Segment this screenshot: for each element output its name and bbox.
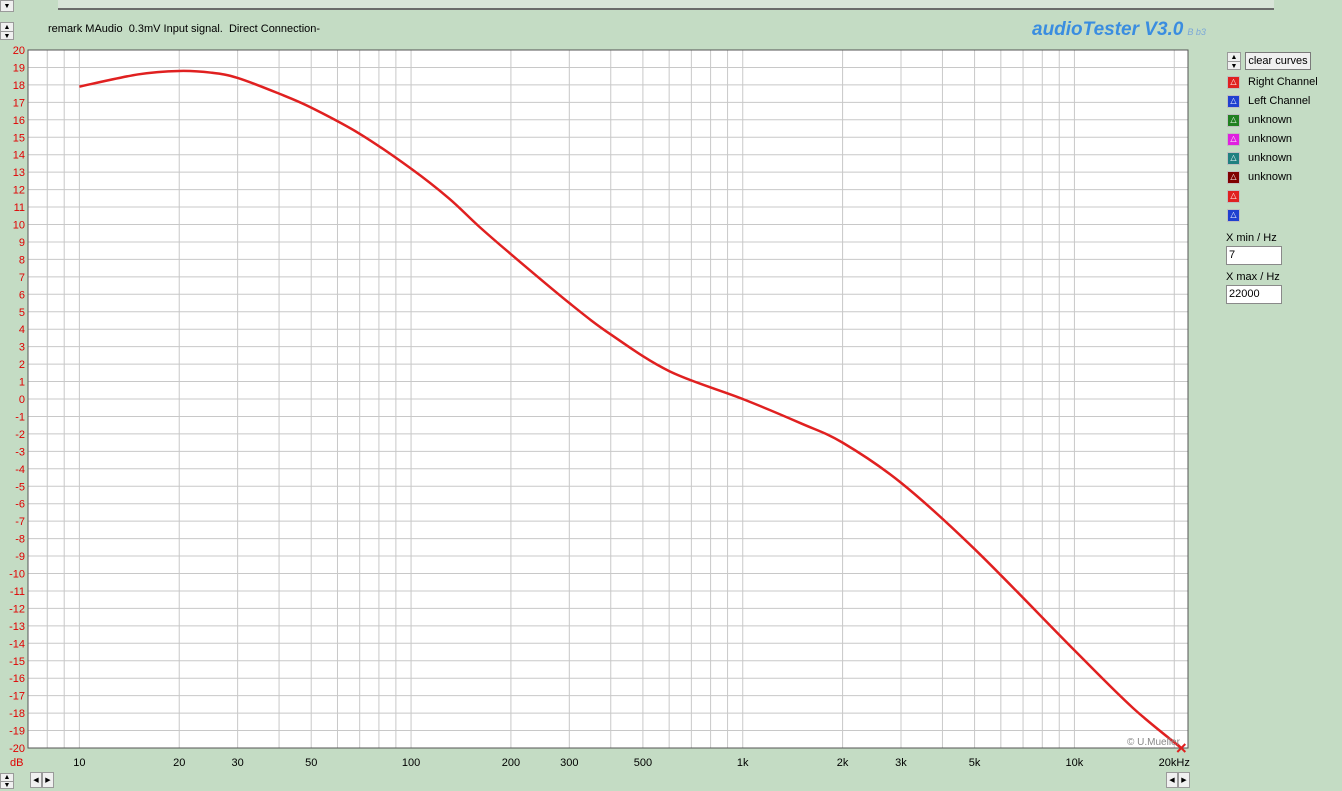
scroll-right-button[interactable]: ▶ (42, 772, 54, 788)
y-tick-label: -5 (15, 481, 25, 493)
triangle-icon[interactable]: △ (1227, 151, 1240, 165)
clear-curves-button[interactable]: clear curves (1245, 52, 1311, 70)
x-tick-label: 1k (737, 757, 749, 769)
legend-item[interactable]: △ Left Channel (1227, 93, 1310, 109)
legend-label: Left Channel (1248, 95, 1311, 107)
y-tick-label: -8 (15, 534, 25, 546)
chevron-down-icon: ▼ (1228, 61, 1240, 70)
legend-label: unknown (1248, 133, 1293, 145)
x-tick-label: 2k (837, 757, 849, 769)
triangle-icon[interactable]: △ (1227, 113, 1240, 127)
y-tick-label: 19 (13, 62, 25, 74)
x-tick-label: 300 (560, 757, 578, 769)
y-tick-label: -11 (10, 586, 25, 598)
y-tick-label: -18 (9, 708, 25, 720)
legend-spinner[interactable]: ▲ ▼ (1227, 52, 1241, 70)
y-tick-label: -7 (15, 516, 25, 528)
y-tick-label: 5 (19, 307, 25, 319)
y-tick-label: -14 (9, 638, 25, 650)
legend-label: unknown (1248, 114, 1293, 126)
legend-item[interactable]: △ unknown (1227, 131, 1292, 147)
x-tick-label: 200 (502, 757, 520, 769)
y-tick-label: -16 (9, 673, 25, 685)
y-tick-label: -13 (9, 621, 25, 633)
y-tick-label: -4 (15, 464, 25, 476)
x-tick-label: 100 (402, 757, 420, 769)
x-tick-label: 20kHz (1159, 757, 1190, 769)
triangle-icon[interactable]: △ (1227, 75, 1240, 89)
y-tick-label: 11 (14, 202, 25, 214)
y-axis-unit-label: dB (10, 757, 23, 769)
grid-horizontal (28, 49, 1188, 749)
y-tick-label: -3 (15, 446, 25, 458)
y-tick-label: 17 (13, 97, 25, 109)
y-tick-label: 20 (13, 45, 25, 57)
legend-item[interactable]: △ unknown (1227, 150, 1292, 166)
y-tick-label: -12 (9, 603, 25, 615)
x-tick-label: 5k (969, 757, 981, 769)
y-tick-label: 1 (19, 377, 25, 389)
y-tick-label: -6 (15, 499, 25, 511)
scroll-right-button-right[interactable]: ▶ (1178, 772, 1190, 788)
y-tick-label: -20 (9, 743, 25, 755)
legend-label: Right Channel (1248, 76, 1318, 88)
x-tick-label: 500 (634, 757, 652, 769)
y-tick-label: 18 (13, 80, 25, 92)
triangle-icon[interactable]: △ (1227, 132, 1240, 146)
watermark: © U.Mueller (1127, 737, 1181, 748)
legend-label: unknown (1248, 152, 1293, 164)
y-tick-label: 14 (13, 150, 25, 162)
bottom-left-spinner[interactable]: ▲ ▼ (0, 773, 14, 789)
frequency-response-chart: 20191817161514131211109876543210-1-2-3-4… (9, 45, 1190, 769)
y-tick-label: 12 (13, 185, 25, 197)
y-tick-label: 15 (13, 132, 25, 144)
xmin-label: X min / Hz (1226, 232, 1277, 244)
x-tick-label: 30 (232, 757, 244, 769)
xmax-input[interactable]: 22000 (1226, 285, 1282, 304)
y-tick-label: 0 (19, 394, 25, 406)
y-tick-label: -15 (9, 656, 25, 668)
triangle-icon[interactable]: △ (1227, 208, 1240, 222)
legend-label: unknown (1248, 171, 1293, 183)
y-tick-label: 13 (13, 167, 25, 179)
y-tick-label: -17 (9, 691, 25, 703)
triangle-icon[interactable]: △ (1227, 189, 1240, 203)
y-tick-label: -1 (15, 411, 25, 423)
triangle-icon[interactable]: △ (1227, 94, 1240, 108)
y-tick-label: 10 (13, 220, 25, 232)
y-tick-label: 3 (19, 342, 25, 354)
y-tick-label: -19 (9, 726, 25, 738)
legend-item[interactable]: △ (1227, 188, 1248, 204)
legend-item[interactable]: △ unknown (1227, 112, 1292, 128)
legend-item[interactable]: △ Right Channel (1227, 74, 1318, 90)
triangle-icon[interactable]: △ (1227, 170, 1240, 184)
xmax-label: X max / Hz (1226, 271, 1280, 283)
y-tick-label: -9 (15, 551, 25, 563)
x-tick-label: 50 (305, 757, 317, 769)
y-tick-label: -10 (9, 569, 25, 581)
y-axis-tick-labels: 20191817161514131211109876543210-1-2-3-4… (9, 45, 25, 755)
xmin-input[interactable]: 7 (1226, 246, 1282, 265)
y-tick-label: 2 (19, 359, 25, 371)
x-axis-tick-labels: 10 20 30 50 100 200 300 500 1k 2k 3k 5k 10k 20kHz (73, 757, 1190, 769)
chevron-up-icon: ▲ (1230, 53, 1238, 61)
y-tick-label: 8 (19, 254, 25, 266)
y-tick-label: 4 (19, 324, 25, 336)
chevron-down-icon: ▼ (1, 781, 13, 789)
scroll-left-button[interactable]: ◀ (30, 772, 42, 788)
x-tick-label: 20 (173, 757, 185, 769)
x-tick-label: 3k (895, 757, 907, 769)
y-tick-label: 6 (19, 289, 25, 301)
legend-item[interactable]: △ (1227, 207, 1248, 223)
y-tick-label: 16 (13, 115, 25, 127)
y-tick-label: 7 (19, 272, 25, 284)
chevron-up-icon: ▲ (3, 774, 11, 781)
x-tick-label: 10 (73, 757, 85, 769)
x-tick-label: 10k (1066, 757, 1084, 769)
y-tick-label: 9 (19, 237, 25, 249)
y-tick-label: -2 (15, 429, 25, 441)
scroll-left-button-right[interactable]: ◀ (1166, 772, 1178, 788)
legend-item[interactable]: △ unknown (1227, 169, 1292, 185)
